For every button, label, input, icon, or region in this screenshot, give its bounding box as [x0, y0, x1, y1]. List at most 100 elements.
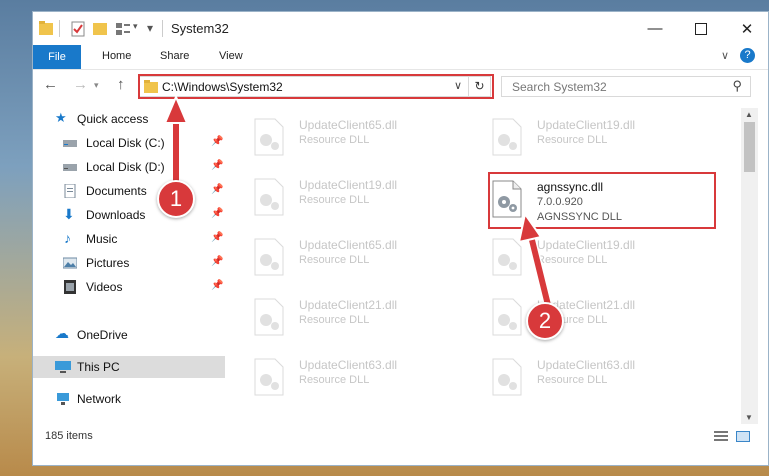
- tab-share[interactable]: Share: [160, 50, 189, 62]
- star-icon: ★: [55, 110, 67, 125]
- tab-home[interactable]: Home: [102, 50, 131, 62]
- sidebar-item-label: Music: [86, 232, 118, 246]
- properties-icon[interactable]: [71, 20, 85, 38]
- file-item[interactable]: UpdateClient19.dll Resource DLL: [491, 114, 711, 162]
- sidebar-item-label: This PC: [77, 360, 120, 374]
- sidebar-item-pictures[interactable]: Pictures 📌: [33, 252, 225, 274]
- pin-icon[interactable]: 📌: [211, 280, 223, 291]
- file-item[interactable]: UpdateClient65.dll Resource DLL: [253, 114, 473, 162]
- file-name: UpdateClient19.dll: [299, 178, 398, 192]
- forward-button[interactable]: →: [73, 76, 88, 93]
- file-tab[interactable]: File: [33, 45, 81, 69]
- large-icons-view-icon[interactable]: [736, 431, 750, 442]
- file-description: Resource DLL: [299, 254, 370, 266]
- maximize-button[interactable]: [678, 12, 724, 45]
- sidebar-item-downloads[interactable]: ⬇ Downloads 📌: [33, 204, 225, 226]
- new-folder-icon[interactable]: [93, 20, 107, 38]
- sidebar-item-onedrive[interactable]: ☁ OneDrive: [33, 324, 225, 346]
- documents-icon: [63, 183, 77, 199]
- sidebar-item-documents[interactable]: Documents 📌: [33, 180, 225, 202]
- pin-icon[interactable]: 📌: [211, 256, 223, 267]
- network-icon: [55, 392, 69, 406]
- details-view-icon[interactable]: [714, 431, 728, 442]
- dll-file-icon: [254, 298, 284, 336]
- sidebar-item-label: Documents: [86, 184, 147, 198]
- minimize-button[interactable]: —: [632, 12, 678, 45]
- chevron-down-icon[interactable]: ▾: [133, 21, 138, 32]
- pin-icon[interactable]: 📌: [211, 208, 223, 219]
- file-item[interactable]: UpdateClient19.dll Resource DLL: [491, 234, 711, 282]
- tab-view[interactable]: View: [219, 50, 243, 62]
- expand-ribbon-icon[interactable]: ∨: [721, 49, 729, 62]
- file-name: UpdateClient19.dll: [537, 118, 636, 132]
- step-2-badge: 2: [526, 302, 564, 340]
- dll-file-icon: [254, 118, 284, 156]
- file-name: UpdateClient63.dll: [537, 358, 636, 372]
- file-name: UpdateClient63.dll: [299, 358, 398, 372]
- item-count: 185 items: [45, 430, 93, 442]
- pin-icon[interactable]: 📌: [211, 160, 223, 171]
- scrollbar-thumb[interactable]: [744, 122, 755, 172]
- recent-locations-icon[interactable]: ▾: [94, 80, 99, 91]
- file-description: Resource DLL: [537, 254, 608, 266]
- pin-icon[interactable]: 📌: [211, 232, 223, 243]
- sidebar-item-label: Pictures: [86, 256, 130, 270]
- sidebar-item-videos[interactable]: Videos 📌: [33, 276, 225, 298]
- dll-file-icon: [254, 238, 284, 276]
- file-description: Resource DLL: [299, 194, 370, 206]
- sidebar-item-label: Videos: [86, 280, 123, 294]
- close-button[interactable]: ✕: [724, 12, 768, 45]
- sidebar-item-label: Downloads: [86, 208, 146, 222]
- sidebar-item-music[interactable]: ♪ Music 📌: [33, 228, 225, 250]
- customize-toolbar-icon[interactable]: ▾: [147, 21, 153, 35]
- file-item[interactable]: UpdateClient19.dll Resource DLL: [253, 174, 473, 222]
- file-description: Resource DLL: [299, 314, 370, 326]
- title-bar: ▾ ▾ System32 — ✕: [33, 12, 768, 45]
- search-icon: ⚲: [732, 78, 742, 93]
- search-input[interactable]: Search System32: [512, 80, 607, 94]
- back-button[interactable]: ←: [43, 76, 58, 93]
- sidebar-item-local-disk-d[interactable]: Local Disk (D:) 📌: [33, 156, 225, 178]
- drive-icon: [63, 160, 77, 174]
- window-title: System32: [171, 21, 229, 36]
- file-item[interactable]: UpdateClient63.dll Resource DLL: [491, 354, 711, 402]
- maximize-icon: [695, 22, 707, 35]
- dll-file-icon: [254, 358, 284, 396]
- sidebar-item-label: Network: [77, 392, 122, 406]
- scroll-up-icon[interactable]: ▲: [745, 110, 753, 119]
- sidebar-item-label: Local Disk (C:): [86, 136, 165, 150]
- navigation-bar: ← → ▾ ↑ C:\Windows\System32 ∨ ↻ Search S…: [33, 70, 768, 102]
- up-button[interactable]: ↑: [117, 76, 125, 93]
- file-item[interactable]: UpdateClient21.dll Resource DLL: [491, 294, 711, 342]
- cloud-icon: ☁: [55, 325, 69, 341]
- file-item[interactable]: UpdateClient63.dll Resource DLL: [253, 354, 473, 402]
- dll-file-icon: [492, 358, 522, 396]
- pictures-icon: [62, 256, 78, 270]
- sidebar-item-this-pc[interactable]: This PC: [33, 356, 225, 378]
- sidebar-item-local-disk-c[interactable]: Local Disk (C:) 📌: [33, 132, 225, 154]
- divider: [162, 20, 163, 37]
- videos-icon: [63, 280, 77, 294]
- scroll-down-icon[interactable]: ▼: [745, 413, 753, 422]
- music-icon: ♪: [64, 230, 71, 246]
- ribbon: File Home Share View ∨ ?: [33, 45, 768, 70]
- pin-icon[interactable]: 📌: [211, 136, 223, 147]
- drive-icon: [63, 136, 77, 150]
- minimize-icon: —: [647, 20, 663, 37]
- navigation-pane: ★ Quick access Local Disk (C:) 📌 Local D…: [33, 108, 225, 418]
- file-description: Resource DLL: [299, 374, 370, 386]
- file-name: UpdateClient19.dll: [537, 238, 636, 252]
- dll-file-icon: [492, 118, 522, 156]
- divider: [59, 20, 60, 37]
- file-name: UpdateClient21.dll: [299, 298, 398, 312]
- sidebar-item-label: Quick access: [77, 112, 149, 126]
- file-item[interactable]: UpdateClient65.dll Resource DLL: [253, 234, 473, 282]
- vertical-scrollbar[interactable]: ▲ ▼: [741, 108, 758, 424]
- pin-icon[interactable]: 📌: [211, 184, 223, 195]
- sidebar-item-network[interactable]: Network: [33, 388, 225, 410]
- file-item[interactable]: UpdateClient21.dll Resource DLL: [253, 294, 473, 342]
- view-options-icon[interactable]: [115, 20, 131, 38]
- sidebar-item-quick-access[interactable]: ★ Quick access: [33, 108, 225, 130]
- help-icon[interactable]: ?: [740, 48, 755, 63]
- search-box[interactable]: Search System32 ⚲: [501, 76, 751, 97]
